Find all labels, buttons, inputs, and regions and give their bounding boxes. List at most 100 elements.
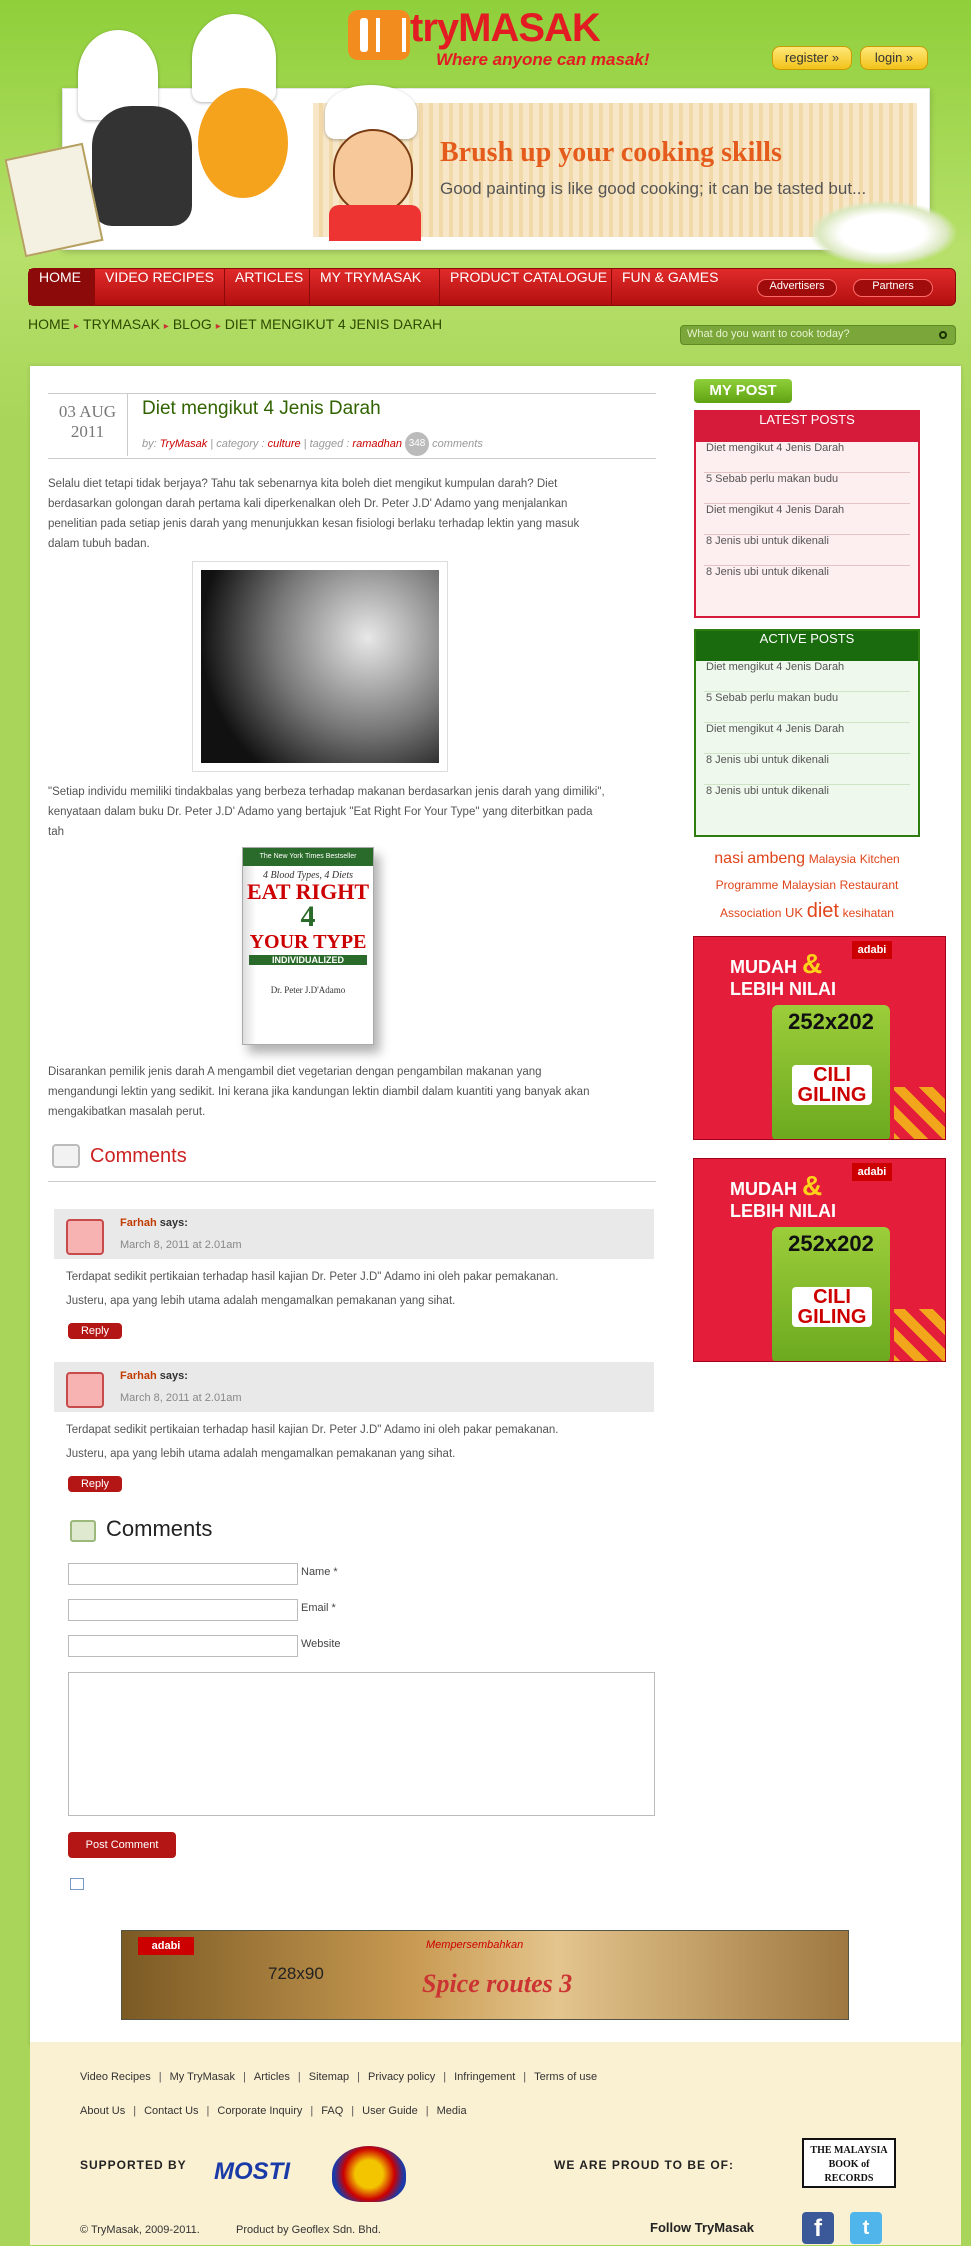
- tag-link[interactable]: UK: [785, 905, 803, 920]
- search-icon[interactable]: [939, 331, 947, 339]
- active-post-link[interactable]: 8 Jenis ubi untuk dikenali: [704, 785, 910, 816]
- author-link[interactable]: Farhah: [120, 1217, 157, 1229]
- tag-link[interactable]: Programme: [716, 878, 779, 892]
- adabi-logo: adabi: [852, 1163, 892, 1181]
- nav-home[interactable]: HOME: [29, 269, 95, 305]
- post-category-link[interactable]: culture: [268, 438, 301, 450]
- tag-link[interactable]: Malaysia: [809, 852, 856, 866]
- chef-mascots-illustration: [4, 10, 288, 260]
- divider: [48, 393, 656, 394]
- breadcrumb: HOME ▸ TRYMASAK ▸ BLOG ▸ DIET MENGIKUT 4 JENIS…: [28, 316, 442, 332]
- chef-girl-illustration: [303, 85, 443, 245]
- post-author-link[interactable]: TryMasak: [160, 438, 207, 450]
- comment-text-line-2: Justeru, apa yang lebih utama adalah men…: [66, 1448, 456, 1460]
- tag-link[interactable]: Malaysian: [782, 878, 836, 892]
- product-by: Product by Geoflex Sdn. Bhd.: [236, 2224, 381, 2236]
- site-logo[interactable]: tryMASAK Where anyone can masak!: [348, 6, 650, 72]
- comment-text-line-2: Justeru, apa yang lebih utama adalah men…: [66, 1295, 456, 1307]
- footer-link[interactable]: About Us: [80, 2105, 125, 2117]
- tag-link[interactable]: diet: [807, 900, 839, 922]
- active-posts-title: ACTIVE POSTS: [696, 631, 918, 661]
- tag-link[interactable]: kesihatan: [843, 906, 894, 920]
- ad-tagline: Mempersembahkan: [426, 1939, 524, 1951]
- footer-link[interactable]: Sitemap: [309, 2071, 349, 2083]
- post-paragraph-2: "Setiap individu memiliki tindakbalas ya…: [48, 786, 605, 838]
- latest-post-link[interactable]: 8 Jenis ubi untuk dikenali: [704, 535, 910, 566]
- latest-post-link[interactable]: Diet mengikut 4 Jenis Darah: [704, 504, 910, 535]
- crumb-blog[interactable]: BLOG: [173, 316, 212, 332]
- latest-post-link[interactable]: 8 Jenis ubi untuk dikenali: [704, 566, 910, 597]
- adabi-logo: adabi: [852, 941, 892, 959]
- comment-textarea[interactable]: [68, 1672, 655, 1816]
- email-field[interactable]: [68, 1599, 298, 1621]
- sidebar-ad[interactable]: adabi MUDAH & LEBIH NILAI 252x202 CILI GI…: [693, 1158, 946, 1362]
- sidebar-ad[interactable]: adabi MUDAH & LEBIH NILAI 252x202 CILI GI…: [693, 936, 946, 1140]
- mosti-logo: MOSTI: [214, 2158, 290, 2185]
- active-posts-box: ACTIVE POSTS Diet mengikut 4 Jenis Darah…: [694, 629, 920, 837]
- comments-heading: Comments: [90, 1145, 187, 1167]
- comments-label: comments: [432, 437, 483, 450]
- footer-link[interactable]: Media: [437, 2105, 467, 2117]
- nav-video-recipes[interactable]: VIDEO RECIPES: [95, 269, 225, 305]
- register-button[interactable]: register »: [772, 46, 852, 70]
- twitter-icon[interactable]: t: [850, 2212, 882, 2244]
- form-heading: Comments: [106, 1516, 213, 1541]
- footer-link[interactable]: Video Recipes: [80, 2071, 151, 2083]
- latest-post-link[interactable]: Diet mengikut 4 Jenis Darah: [704, 442, 910, 473]
- footer-link[interactable]: My TryMasak: [170, 2071, 235, 2083]
- footer-link[interactable]: FAQ: [321, 2105, 343, 2117]
- nav-articles[interactable]: ARTICLES: [225, 269, 310, 305]
- nav-my-trymasak[interactable]: MY TRYMASAK: [310, 269, 440, 305]
- crumb-home[interactable]: HOME: [28, 316, 70, 332]
- email-label: Email *: [301, 1602, 336, 1614]
- post-paragraph-1: Selalu diet tetapi tidak berjaya? Tahu t…: [48, 478, 580, 550]
- website-field[interactable]: [68, 1635, 298, 1657]
- tag-link[interactable]: Restaurant: [840, 878, 899, 892]
- post-tag-link[interactable]: ramadhan: [352, 438, 402, 450]
- active-post-link[interactable]: Diet mengikut 4 Jenis Darah: [704, 661, 910, 692]
- footer-link[interactable]: Corporate Inquiry: [217, 2105, 302, 2117]
- reply-button[interactable]: Reply: [68, 1476, 122, 1492]
- proud-label: WE ARE PROUD TO BE OF:: [554, 2158, 735, 2172]
- search-placeholder: What do you want to cook today?: [687, 328, 850, 340]
- tag-link[interactable]: Association: [720, 906, 781, 920]
- malaysia-book-of-records-logo: THE MALAYSIA BOOK of RECORDS: [802, 2138, 896, 2188]
- avatar: [66, 1372, 104, 1408]
- comment-count-badge[interactable]: 348: [405, 432, 430, 456]
- post-paragraph-3: Disarankan pemilik jenis darah A mengamb…: [48, 1066, 590, 1118]
- reply-button[interactable]: Reply: [68, 1323, 122, 1339]
- tag-link[interactable]: nasi: [714, 850, 743, 867]
- footer-link[interactable]: Contact Us: [144, 2105, 198, 2117]
- adabi-logo: adabi: [138, 1937, 194, 1955]
- footer-link[interactable]: Infringement: [454, 2071, 515, 2083]
- author-link[interactable]: Farhah: [120, 1370, 157, 1382]
- says-label: says:: [159, 1217, 188, 1229]
- tag-link[interactable]: Kitchen: [860, 852, 900, 866]
- active-post-link[interactable]: 5 Sebab perlu makan budu: [704, 692, 910, 723]
- ad-headline: MUDAH & LEBIH NILAI: [730, 948, 836, 1000]
- tag-link[interactable]: ambeng: [747, 850, 805, 867]
- nav-fun-games[interactable]: FUN & GAMES: [612, 269, 722, 305]
- footer-link[interactable]: Articles: [254, 2071, 290, 2083]
- nav-product-catalogue[interactable]: PRODUCT CATALOGUE: [440, 269, 612, 305]
- post-comment-button[interactable]: Post Comment: [68, 1832, 176, 1858]
- footer-links-row-1: Video Recipes | My TryMasak | Articles | Sitem…: [80, 2071, 598, 2083]
- facebook-icon[interactable]: f: [802, 2212, 834, 2244]
- name-field[interactable]: [68, 1563, 298, 1585]
- ad-size-label: 252x202: [788, 1231, 874, 1256]
- partners-button[interactable]: Partners: [853, 279, 933, 297]
- bottom-banner-ad[interactable]: adabi 728x90 Mempersembahkan Spice route…: [121, 1930, 849, 2020]
- active-post-link[interactable]: Diet mengikut 4 Jenis Darah: [704, 723, 910, 754]
- chevron-right-icon: ▸: [163, 321, 169, 332]
- advertisers-button[interactable]: Advertisers: [757, 279, 837, 297]
- crumb-trymasak[interactable]: TRYMASAK: [83, 316, 160, 332]
- checkbox[interactable]: [70, 1878, 84, 1890]
- footer-link[interactable]: User Guide: [362, 2105, 418, 2117]
- active-post-link[interactable]: 8 Jenis ubi untuk dikenali: [704, 754, 910, 785]
- latest-post-link[interactable]: 5 Sebab perlu makan budu: [704, 473, 910, 504]
- post-date-day: 03 AUG: [58, 402, 117, 421]
- footer-link[interactable]: Privacy policy: [368, 2071, 435, 2083]
- login-button[interactable]: login »: [860, 46, 928, 70]
- search-input[interactable]: What do you want to cook today?: [680, 325, 956, 345]
- footer-link[interactable]: Terms of use: [534, 2071, 597, 2083]
